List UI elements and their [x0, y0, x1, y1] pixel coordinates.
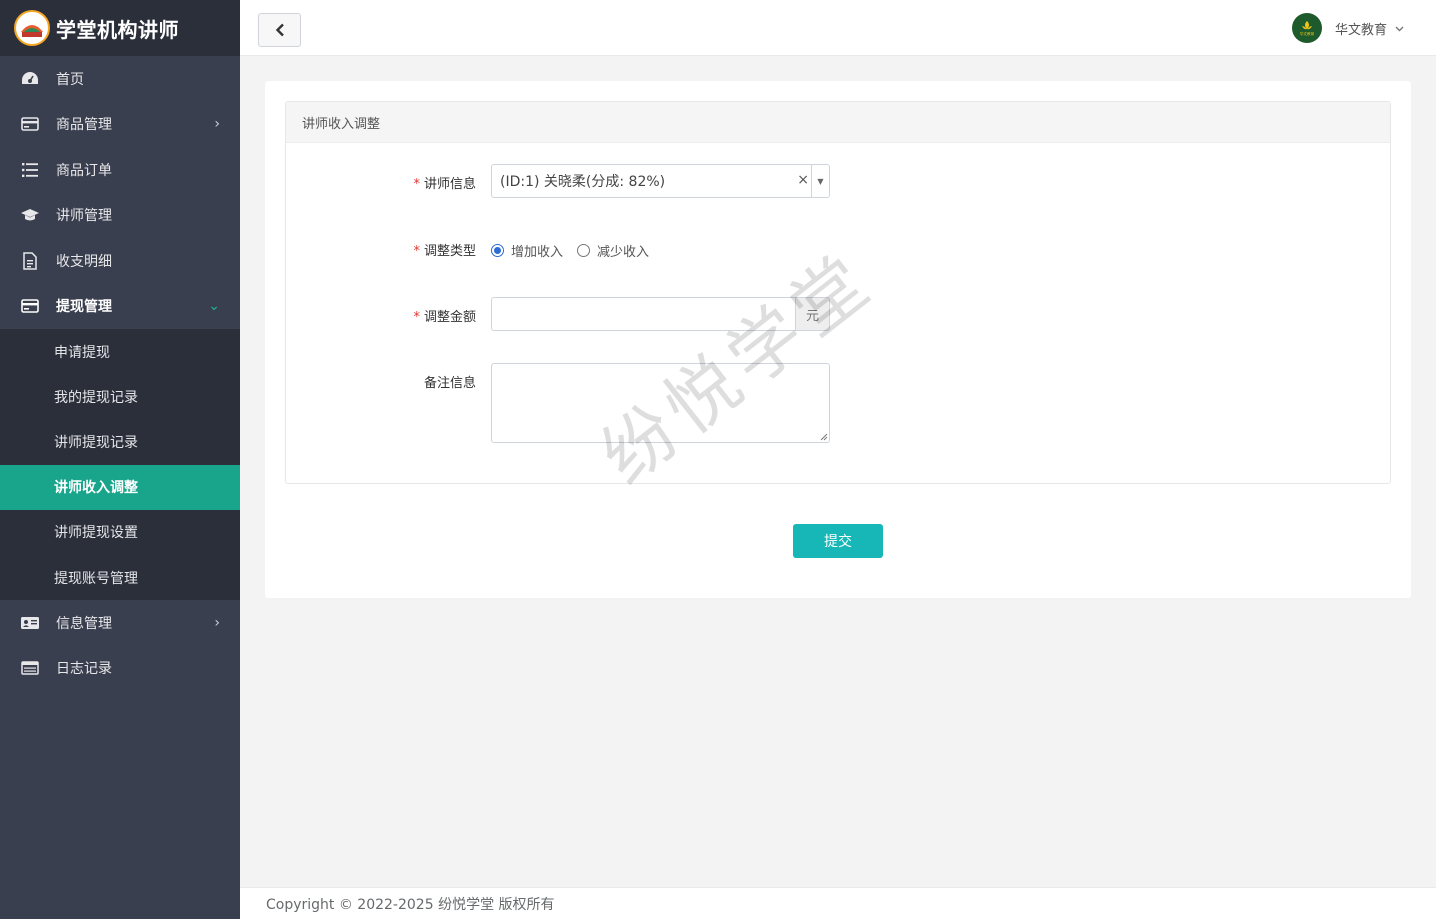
caret-down-icon[interactable]: ▼	[811, 165, 829, 197]
adjust-type-radio-group: 增加收入 减少收入	[491, 241, 663, 260]
submenu-teacher-withdrawal-records[interactable]: 讲师提现记录	[0, 419, 240, 464]
required-mark: *	[413, 177, 420, 192]
brand: 学堂机构讲师	[0, 0, 240, 56]
chevron-right-icon: ›	[214, 116, 220, 133]
sidebar-item-label: 商品管理	[56, 117, 112, 134]
adjust-type-label: * 调整类型	[413, 244, 476, 259]
submenu-withdrawal-accounts[interactable]: 提现账号管理	[0, 555, 240, 600]
card-icon	[20, 296, 40, 316]
form-panel: 讲师收入调整 * 讲师信息 (ID:1) 关晓柔(分成: 82%) × ▼ * 调整…	[285, 101, 1391, 484]
submenu-my-withdrawal-records[interactable]: 我的提现记录	[0, 374, 240, 419]
chevron-down-icon: ⌄	[208, 298, 220, 315]
sidebar-item-label: 收支明细	[56, 253, 112, 270]
sidebar-item-products[interactable]: 商品管理 ›	[0, 102, 240, 148]
radio-decrease-income[interactable]: 减少收入	[577, 241, 649, 260]
submit-button[interactable]: 提交	[793, 524, 883, 558]
chevron-right-icon: ›	[214, 614, 220, 631]
dashboard-icon	[20, 69, 40, 89]
remark-label: 备注信息	[423, 376, 476, 391]
topbar: 华文教育 华文教育	[240, 0, 1436, 56]
sidebar-item-label: 讲师管理	[56, 208, 112, 225]
user-menu[interactable]: 华文教育 华文教育	[1291, 12, 1404, 44]
sidebar-item-info[interactable]: 信息管理 ›	[0, 600, 240, 646]
submenu-apply-withdrawal[interactable]: 申请提现	[0, 329, 240, 374]
radio-button[interactable]	[491, 244, 504, 257]
document-icon	[20, 251, 40, 271]
sidebar-item-logs[interactable]: 日志记录	[0, 646, 240, 692]
brand-title: 学堂机构讲师	[56, 17, 179, 42]
list-icon	[20, 160, 40, 180]
sidebar-item-label: 首页	[56, 71, 84, 88]
sidebar-item-home[interactable]: 首页	[0, 56, 240, 102]
sidebar-item-orders[interactable]: 商品订单	[0, 147, 240, 193]
sidebar-item-label: 日志记录	[56, 661, 112, 678]
brand-logo-icon	[14, 10, 50, 46]
amount-input[interactable]	[491, 297, 795, 331]
avatar: 华文教育	[1291, 13, 1322, 43]
table-icon	[20, 658, 40, 678]
submenu-teacher-withdrawal-settings[interactable]: 讲师提现设置	[0, 510, 240, 555]
radio-button[interactable]	[577, 244, 591, 257]
user-name: 华文教育	[1334, 22, 1387, 38]
amount-input-group: 元	[491, 297, 830, 331]
sidebar-toggle-button[interactable]	[258, 13, 301, 47]
teacher-select-value: (ID:1) 关晓柔(分成: 82%)	[500, 174, 666, 190]
resize-grip-icon[interactable]	[820, 433, 828, 441]
required-mark: *	[413, 310, 420, 325]
card-icon	[20, 114, 40, 134]
chevron-left-icon	[275, 23, 284, 37]
radio-increase-income[interactable]: 增加收入	[491, 241, 563, 260]
chevron-down-icon	[1395, 20, 1404, 36]
sidebar-item-withdrawal[interactable]: 提现管理 ⌄	[0, 284, 240, 330]
adjust-amount-label: * 调整金额	[413, 310, 476, 325]
sidebar-item-teachers[interactable]: 讲师管理	[0, 193, 240, 239]
svg-text:华文教育: 华文教育	[1300, 31, 1315, 36]
sidebar-item-transactions[interactable]: 收支明细	[0, 238, 240, 284]
remark-textarea[interactable]	[491, 363, 830, 443]
required-mark: *	[413, 244, 420, 259]
teacher-select[interactable]: (ID:1) 关晓柔(分成: 82%) × ▼	[491, 164, 830, 198]
submenu-teacher-income-adjust[interactable]: 讲师收入调整	[0, 464, 240, 510]
panel-title: 讲师收入调整	[286, 102, 1390, 143]
graduation-cap-icon	[20, 205, 40, 225]
amount-unit: 元	[795, 297, 830, 331]
copyright-text: Copyright © 2022-2025 纷悦学堂 版权所有	[266, 896, 555, 913]
sidebar: 学堂机构讲师 首页 商品管理 › 商品订单 讲师管理 收支明细 提现管理 ⌄ 申…	[0, 0, 240, 919]
clear-icon[interactable]: ×	[797, 172, 809, 188]
withdrawal-submenu: 申请提现 我的提现记录 讲师提现记录 讲师收入调整 讲师提现设置 提现账号管理	[0, 329, 240, 601]
id-card-icon	[20, 613, 40, 633]
main-card: 讲师收入调整 * 讲师信息 (ID:1) 关晓柔(分成: 82%) × ▼ * 调整…	[265, 81, 1411, 598]
sidebar-item-label: 信息管理	[56, 615, 112, 632]
sidebar-item-label: 商品订单	[56, 162, 112, 179]
teacher-info-label: * 讲师信息	[413, 177, 476, 192]
sidebar-item-label: 提现管理	[56, 299, 112, 316]
footer: Copyright © 2022-2025 纷悦学堂 版权所有	[240, 887, 1436, 919]
